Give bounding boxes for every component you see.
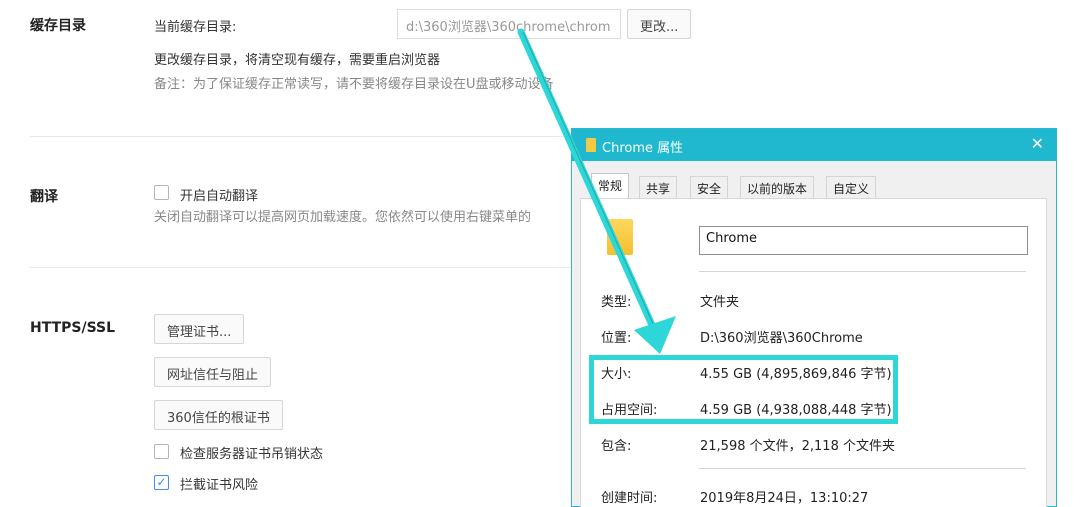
annotation-arrow-icon [517,28,676,354]
